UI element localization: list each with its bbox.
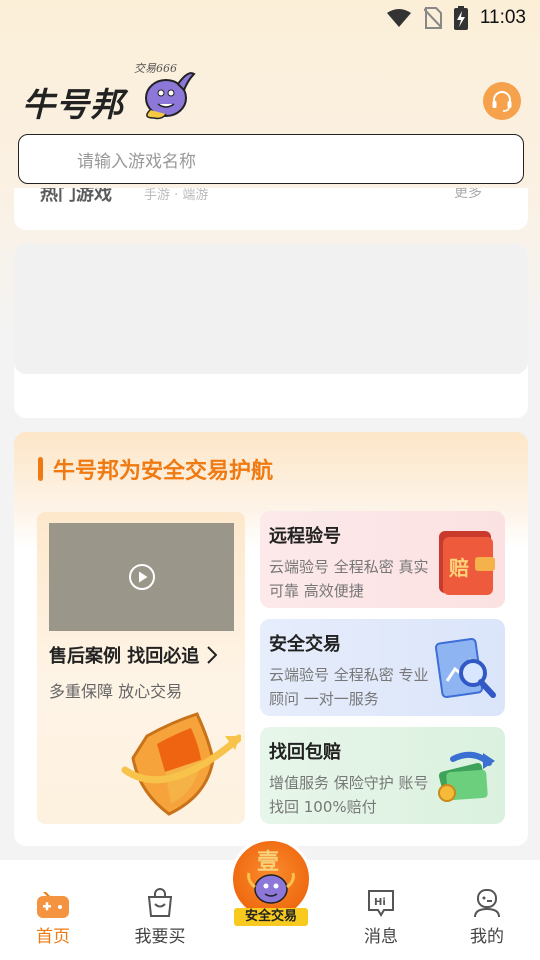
feature-desc: 增值服务 保险守护 账号找回 100%赔付	[269, 774, 429, 816]
case-title-text: 售后案例 找回必追	[49, 646, 200, 667]
search-input[interactable]: 请输入游戏名称	[18, 134, 524, 184]
customer-service-button[interactable]	[483, 82, 521, 120]
banner-image-placeholder	[14, 244, 528, 374]
tab-mine[interactable]: 我的	[447, 884, 527, 947]
feature-title: 远程验号	[269, 526, 341, 547]
tab-home-label: 首页	[36, 927, 70, 947]
mascot-tag: 交易666	[134, 62, 177, 75]
mascot-icon: 交易666	[134, 62, 196, 120]
svg-text:壹: 壹	[257, 850, 279, 875]
safe-trade-section: 牛号邦为安全交易护航 售后案例 找回必追 多重保障 放心交易 远程验号 云端验号…	[14, 432, 528, 846]
profile-icon	[474, 889, 500, 918]
svg-text:Hi: Hi	[374, 897, 386, 908]
title-accent-bar	[38, 457, 43, 481]
feature-title: 安全交易	[269, 634, 341, 655]
logo-text: 牛号邦	[22, 86, 124, 123]
tab-messages-label: 消息	[364, 927, 398, 947]
after-sales-case-panel[interactable]: 售后案例 找回必追 多重保障 放心交易	[37, 512, 245, 824]
tab-safe-trade-label: 安全交易	[234, 908, 308, 926]
magnifier-chart-icon	[434, 637, 496, 699]
battery-charging-icon	[453, 6, 468, 30]
banner-card[interactable]	[14, 244, 528, 418]
chat-bubble-icon: Hi	[368, 890, 394, 917]
bottom-tab-bar: 首页 我要买 壹 安全交易 Hi 消息 我的	[0, 838, 540, 960]
feature-desc: 云端验号 全程私密 专业顾问 一对一服务	[269, 666, 429, 708]
shield-icon	[121, 712, 241, 816]
svg-text:赔: 赔	[449, 556, 469, 580]
feature-card-remote-check[interactable]: 远程验号 云端验号 全程私密 真实可靠 高效便捷 赔	[260, 511, 505, 608]
tab-mine-label: 我的	[470, 927, 504, 947]
headset-icon	[492, 91, 512, 112]
money-return-icon	[438, 751, 495, 802]
chevron-right-icon	[207, 646, 218, 664]
case-title[interactable]: 售后案例 找回必追	[49, 642, 218, 668]
feature-title: 找回包赔	[269, 742, 341, 763]
feature-card-recovery-guarantee[interactable]: 找回包赔 增值服务 保险守护 账号找回 100%赔付	[260, 727, 505, 824]
section-title-text: 牛号邦为安全交易护航	[53, 459, 274, 484]
app-logo: 牛号邦 交易666	[22, 62, 202, 124]
tab-buy-label: 我要买	[134, 927, 186, 947]
gamepad-icon	[37, 892, 69, 918]
tab-safe-trade[interactable]: 壹 安全交易	[226, 838, 316, 938]
search-placeholder: 请输入游戏名称	[77, 151, 196, 172]
case-subtitle: 多重保障 放心交易	[49, 682, 183, 701]
clock: 11:03	[479, 7, 526, 28]
tab-buy[interactable]: 我要买	[120, 884, 200, 947]
tab-home[interactable]: 首页	[13, 884, 93, 947]
hot-games-card[interactable]: 热门游戏 手游 · 端游 更多	[14, 188, 528, 230]
status-bar: 11:03	[0, 0, 540, 36]
wifi-icon	[386, 9, 411, 27]
tab-messages[interactable]: Hi 消息	[341, 884, 421, 947]
hot-games-more-link[interactable]: 更多	[454, 188, 482, 202]
hot-games-subtitle: 手游 · 端游	[144, 188, 209, 203]
shopping-bag-icon	[147, 888, 173, 917]
case-video[interactable]	[49, 523, 234, 631]
play-icon	[128, 564, 155, 590]
compensation-wallet-icon: 赔	[439, 531, 495, 595]
feature-desc: 云端验号 全程私密 真实可靠 高效便捷	[269, 558, 429, 600]
no-sim-icon	[423, 7, 442, 29]
mascot-icon: 壹	[247, 850, 295, 904]
hot-games-title: 热门游戏	[40, 188, 112, 205]
feature-card-safe-trade[interactable]: 安全交易 云端验号 全程私密 专业顾问 一对一服务	[260, 619, 505, 716]
section-title: 牛号邦为安全交易护航	[38, 454, 273, 484]
